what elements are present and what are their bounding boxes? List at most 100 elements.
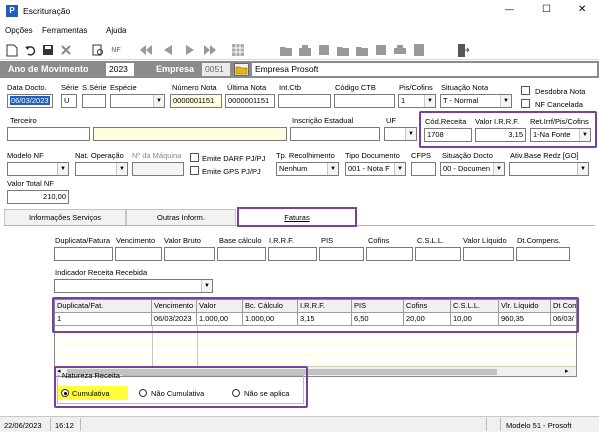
situacao-label: Situação Nota [441,83,489,92]
chevron-down-icon[interactable]: ▼ [405,128,416,140]
chevron-down-icon[interactable]: ▼ [500,95,511,107]
fatura-vencimento-input[interactable] [115,247,162,261]
chevron-down-icon[interactable]: ▼ [493,163,504,175]
tab-faturas[interactable]: Faturas [237,207,357,227]
fatura-valor-bruto-input[interactable] [164,247,215,261]
folder-icon[interactable] [278,42,294,58]
cfps-field[interactable] [411,162,436,176]
fatura-cofins-input[interactable] [366,247,413,261]
cod-receita-field[interactable]: 1708 [424,128,472,142]
fatura-duplicata-input[interactable] [54,247,113,261]
prev-record-icon[interactable] [160,42,176,58]
chevron-down-icon[interactable]: ▼ [153,95,164,107]
subserie-field[interactable] [82,94,106,108]
company-search-icon[interactable] [234,63,249,76]
scroll-right-icon[interactable]: ▸ [565,367,569,375]
close-button[interactable]: ✕ [578,4,586,15]
next-record-icon[interactable] [182,42,198,58]
pis-cofins-label: Pis/Cofins [399,83,433,92]
preview-icon[interactable] [90,42,106,58]
nat-op-select[interactable]: ▼ [75,162,128,176]
fatura-irrf-input[interactable] [268,247,317,261]
menu-ajuda[interactable]: Ajuda [106,26,126,35]
radio-nao-se-aplica[interactable] [232,389,240,397]
exit-icon[interactable] [455,42,471,58]
valor-total-field[interactable]: 210,00 [7,190,69,204]
tab-informacoes-servicos[interactable]: Informações Serviços [4,209,126,225]
uf-select[interactable]: ▼ [384,127,417,141]
movement-bar: Ano de Movimento 2023 Empresa 0051 Empre… [0,61,599,78]
int-ctb-label: Int.Ctb [279,83,302,92]
indicador-select[interactable]: ▼ [54,279,213,293]
radio-nao-se-aplica-label: Não se aplica [244,389,290,398]
radio-cumulativa[interactable] [61,389,69,397]
folder3-icon[interactable] [354,42,370,58]
gps-checkbox[interactable] [190,166,199,175]
cod-ctb-field[interactable] [334,94,395,108]
tab-outras-inform[interactable]: Outras Inform. [126,209,236,225]
fatura-base-calculo-input[interactable] [217,247,266,261]
chevron-down-icon[interactable]: ▼ [424,95,435,107]
first-record-icon[interactable] [138,42,154,58]
natureza-legend: Natureza Receita [62,371,120,380]
chevron-down-icon[interactable]: ▼ [577,163,588,175]
data-docto-field[interactable]: 06/03/2023 [7,94,53,108]
minimize-button[interactable]: — [505,4,514,14]
fatura-pis-input[interactable] [319,247,364,261]
status-divider [50,418,51,431]
gps-label: Emite GPS PJ/PJ [202,167,261,176]
valor-irrf-field[interactable]: 3,15 [475,128,526,142]
insc-field[interactable] [290,127,380,141]
desdobra-checkbox[interactable] [521,86,530,95]
menu-ferramentas[interactable]: Ferramentas [42,26,87,35]
especie-select[interactable]: ▼ [110,94,165,108]
chevron-down-icon[interactable]: ▼ [327,163,338,175]
chevron-down-icon[interactable]: ▼ [57,163,68,175]
cancelada-checkbox[interactable] [521,99,530,108]
calc-icon[interactable] [411,42,427,58]
menu-opcoes[interactable]: Opções [5,26,33,35]
data-docto-value: 06/03/2023 [10,96,50,105]
report-icon[interactable] [316,42,332,58]
tipo-doc-label: Tipo Documento [345,151,400,160]
company-code[interactable]: 0051 [202,63,230,76]
maximize-button[interactable]: ☐ [542,4,551,15]
movement-year[interactable]: 2023 [106,63,134,76]
save-icon[interactable] [40,42,56,58]
chevron-down-icon[interactable]: ▼ [579,129,590,141]
last-record-icon[interactable] [202,42,218,58]
nf-icon[interactable]: NF [108,42,124,58]
grid-icon[interactable] [230,42,246,58]
fatura-valor-liquido-input[interactable] [463,247,514,261]
fatura-csll-input[interactable] [415,247,461,261]
numero-nota-field[interactable]: 0000001151 [170,94,222,108]
ret-select[interactable]: 1-Na Fonte ▼ [530,128,591,142]
chevron-down-icon[interactable]: ▼ [116,163,127,175]
chart-icon[interactable] [373,42,389,58]
indicador-label: Indicador Receita Recebida [55,268,148,277]
chevron-down-icon[interactable]: ▼ [201,280,212,292]
chevron-down-icon[interactable]: ▼ [394,163,405,175]
radio-nao-cumulativa[interactable] [139,389,147,397]
fatura-label-duplicata: Duplicata/Fatura [55,236,111,245]
terceiro-code-field[interactable] [7,127,90,141]
tipo-doc-select[interactable]: 001 - Nota F ▼ [345,162,406,176]
print-icon[interactable] [392,42,408,58]
modelo-label: Modelo NF [7,151,44,160]
delete-icon[interactable] [58,42,74,58]
ativ-select[interactable]: ▼ [509,162,589,176]
int-ctb-field[interactable] [278,94,331,108]
tool-icon[interactable] [297,42,313,58]
sit-doc-select[interactable]: 00 - Documen ▼ [440,162,505,176]
darf-checkbox[interactable] [190,153,199,162]
fatura-dt-compens-input[interactable] [516,247,570,261]
folder2-icon[interactable] [335,42,351,58]
tp-rec-select[interactable]: Nenhum ▼ [276,162,339,176]
pis-cofins-select[interactable]: 1 ▼ [398,94,436,108]
new-icon[interactable] [4,42,20,58]
situacao-select[interactable]: T - Normal ▼ [440,94,512,108]
modelo-select[interactable]: ▼ [7,162,69,176]
valor-irrf-label: Valor I.R.R.F. [475,117,520,126]
undo-icon[interactable] [22,42,38,58]
serie-field[interactable]: U [61,94,77,108]
